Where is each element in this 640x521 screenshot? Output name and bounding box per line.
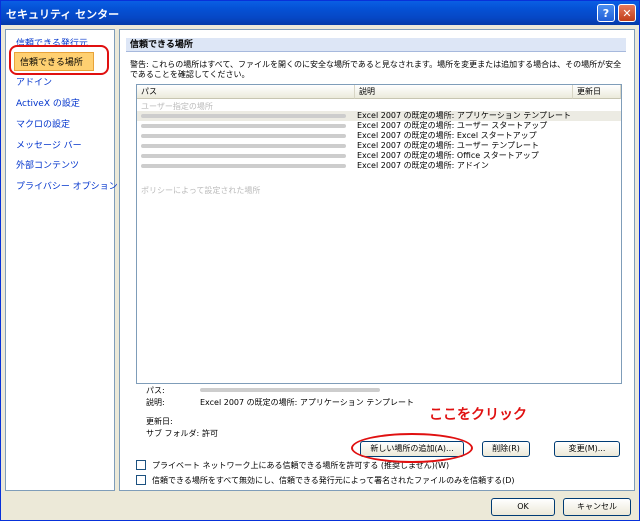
security-center-window: セキュリティ センター ? ✕ 信頼できる発行元 信頼できる場所 アドイン Ac…: [0, 0, 640, 521]
highlight-box: [9, 45, 109, 75]
window-title: セキュリティ センター: [6, 8, 120, 21]
sidebar-item-addins[interactable]: アドイン: [16, 75, 52, 88]
locations-list[interactable]: パス 説明 更新日 ユーザー指定の場所 Excel 2007 の既定の場所: ア…: [136, 84, 622, 384]
table-row[interactable]: Excel 2007 の既定の場所: ユーザー スタートアップ: [137, 121, 621, 131]
title-bar: セキュリティ センター ? ✕: [1, 1, 639, 25]
group-policy-locations: ポリシーによって設定された場所: [141, 186, 261, 195]
sidebar-item-message-bar[interactable]: メッセージ バー: [16, 138, 82, 151]
detail-desc-value: Excel 2007 の既定の場所: アプリケーション テンプレート: [200, 398, 415, 407]
warning-text: 警告: これらの場所はすべて、ファイルを開くのに安全な場所であると見なされます。…: [130, 60, 622, 79]
sidebar: 信頼できる発行元 信頼できる場所 アドイン ActiveX の設定 マクロの設定…: [5, 29, 118, 491]
remove-button[interactable]: 削除(R): [482, 441, 530, 457]
disable-all-checkbox[interactable]: [136, 475, 146, 485]
table-row[interactable]: Excel 2007 の既定の場所: ユーザー テンプレート: [137, 141, 621, 151]
sidebar-item-macro[interactable]: マクロの設定: [16, 117, 70, 130]
highlight-ellipse: [351, 433, 473, 463]
detail-path-value: [200, 388, 380, 392]
section-header: 信頼できる場所: [126, 38, 626, 52]
sidebar-item-privacy[interactable]: プライバシー オプション: [16, 179, 118, 192]
detail-subfolder-label: サブ フォルダ:: [146, 429, 200, 438]
sidebar-item-external-content[interactable]: 外部コンテンツ: [16, 158, 79, 171]
cancel-button[interactable]: キャンセル: [563, 498, 631, 516]
column-description[interactable]: 説明: [355, 85, 573, 99]
sidebar-item-activex[interactable]: ActiveX の設定: [16, 96, 80, 109]
main-panel: 信頼できる場所 警告: これらの場所はすべて、ファイルを開くのに安全な場所である…: [119, 29, 635, 491]
table-row[interactable]: Excel 2007 の既定の場所: Excel スタートアップ: [137, 131, 621, 141]
allow-network-checkbox[interactable]: [136, 460, 146, 470]
detail-date-label: 更新日:: [146, 417, 173, 426]
modify-button[interactable]: 変更(M)...: [554, 441, 620, 457]
disable-all-label: 信頼できる場所をすべて無効にし、信頼できる発行元によって署名されたファイルのみを…: [152, 476, 515, 485]
detail-desc-label: 説明:: [146, 398, 165, 407]
detail-subfolder-value: 許可: [202, 429, 218, 438]
column-date[interactable]: 更新日: [573, 85, 621, 99]
table-row[interactable]: Excel 2007 の既定の場所: Office スタートアップ: [137, 151, 621, 161]
table-row[interactable]: Excel 2007 の既定の場所: アドイン: [137, 161, 621, 171]
close-icon[interactable]: ✕: [618, 4, 636, 22]
help-icon[interactable]: ?: [597, 4, 615, 22]
detail-path-label: パス:: [146, 386, 165, 395]
column-path[interactable]: パス: [137, 85, 355, 99]
annotation-text: ここをクリック: [429, 407, 527, 423]
ok-button[interactable]: OK: [491, 498, 555, 516]
table-row[interactable]: Excel 2007 の既定の場所: アプリケーション テンプレート: [137, 111, 621, 121]
